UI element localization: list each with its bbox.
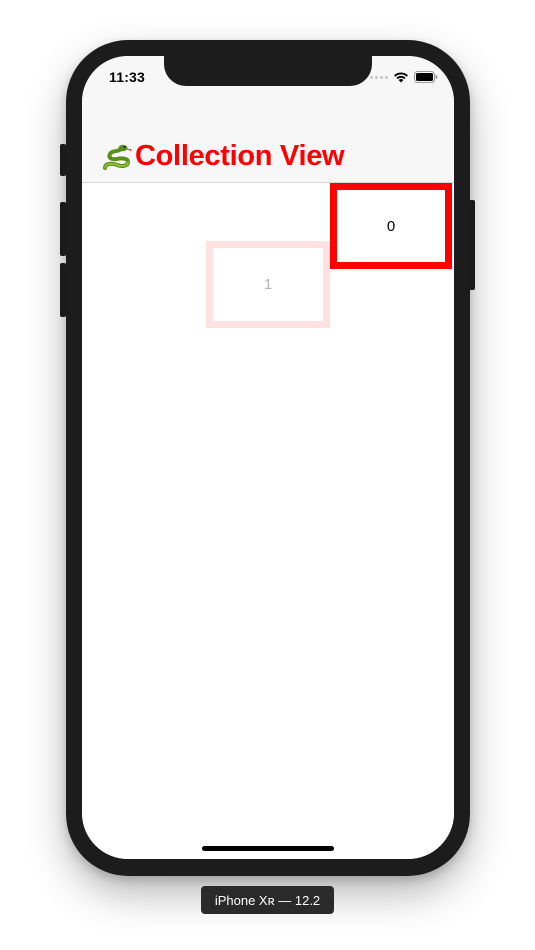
home-indicator[interactable] xyxy=(202,846,334,851)
cell-label: 0 xyxy=(386,217,396,235)
phone-screen: 11:33 Collection View 0 1 xyxy=(82,56,454,859)
device-label: iPhone Xʀ — 12.2 xyxy=(201,886,334,914)
cell-label: 1 xyxy=(263,276,273,293)
status-icons xyxy=(370,71,438,83)
notch xyxy=(164,56,372,86)
status-time: 11:33 xyxy=(109,69,146,85)
collection-cell-1[interactable]: 1 xyxy=(206,241,330,328)
collection-view[interactable]: 0 1 xyxy=(82,183,454,859)
simulator-stage: 11:33 Collection View 0 1 iPhone Xʀ — 12… xyxy=(0,0,535,950)
battery-icon xyxy=(414,71,438,83)
wifi-icon xyxy=(393,71,409,83)
page-title: Collection View xyxy=(101,140,345,173)
cellular-signal-icon xyxy=(370,75,388,79)
snake-icon xyxy=(101,142,133,172)
page-title-text: Collection View xyxy=(135,140,345,172)
collection-cell-0[interactable]: 0 xyxy=(330,183,452,269)
